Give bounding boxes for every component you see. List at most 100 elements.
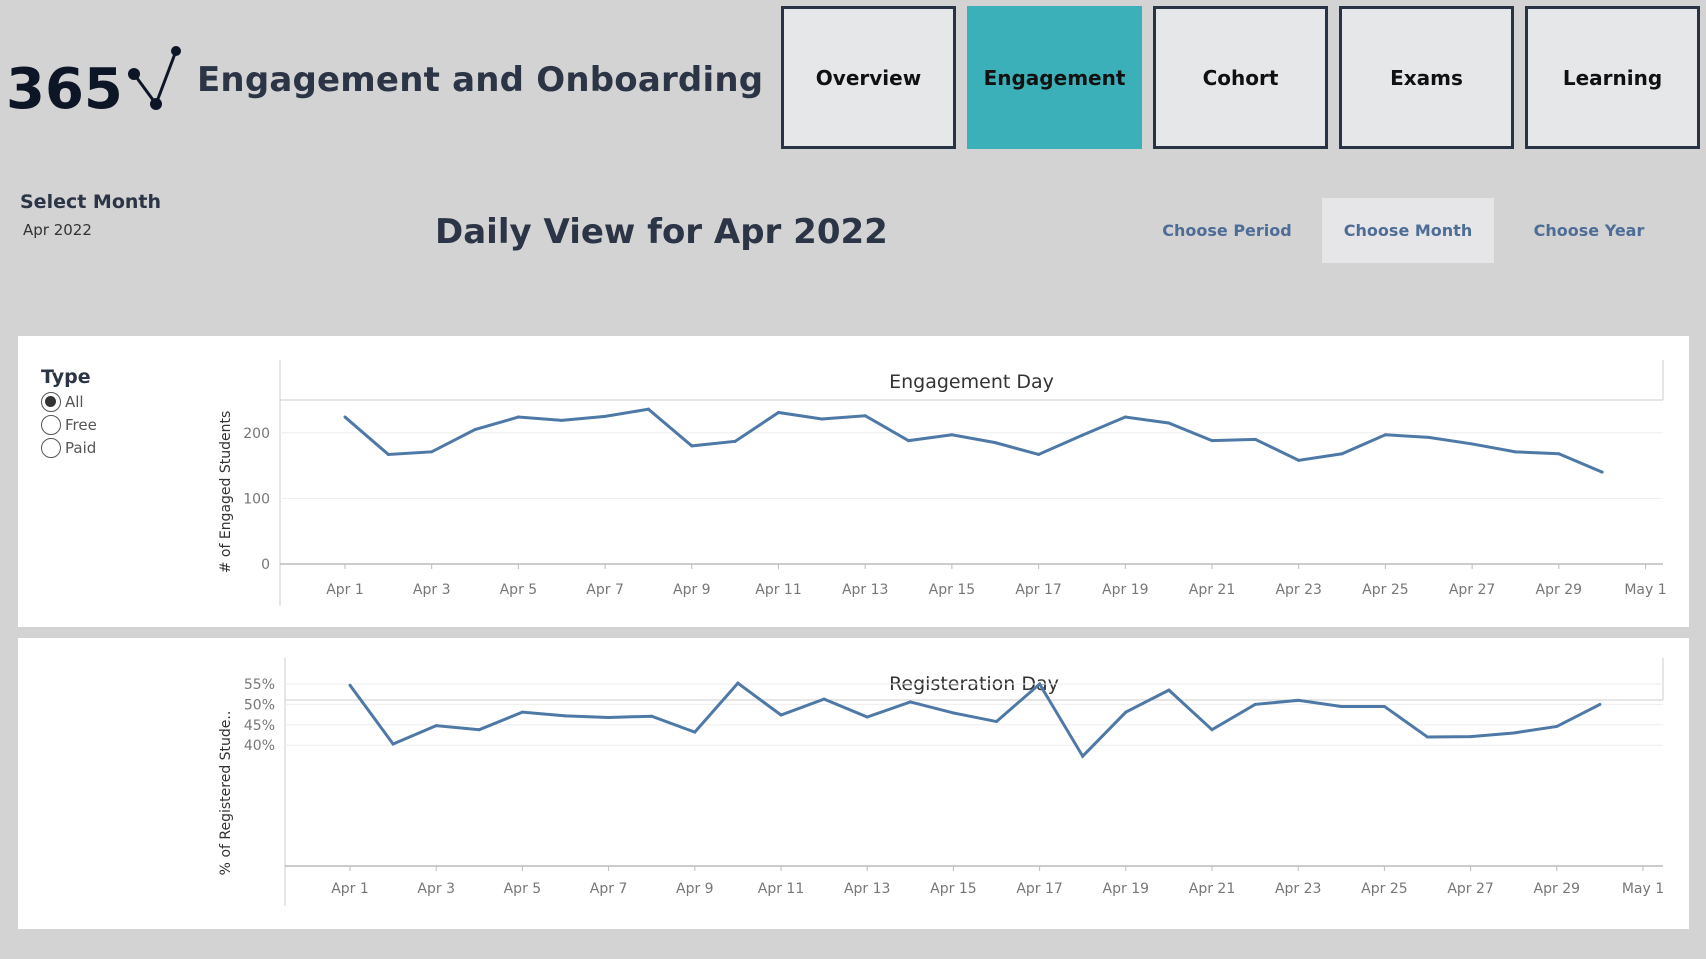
x-tick-label: Apr 21 xyxy=(1189,881,1235,897)
data-point xyxy=(690,444,694,448)
choose-month-button[interactable]: Choose Month xyxy=(1322,198,1494,263)
data-point xyxy=(1513,450,1517,454)
data-point xyxy=(951,711,955,715)
data-point xyxy=(907,439,911,443)
x-tick-label: May 1 xyxy=(1622,881,1664,897)
tab-overview[interactable]: Overview xyxy=(781,6,956,149)
x-tick-label: Apr 25 xyxy=(1361,881,1407,897)
data-point xyxy=(1470,442,1474,446)
x-tick-label: Apr 23 xyxy=(1275,582,1321,598)
x-tick-label: Apr 7 xyxy=(590,881,628,897)
data-point xyxy=(1167,421,1171,425)
x-tick-label: Apr 7 xyxy=(586,582,624,598)
data-point xyxy=(1038,682,1042,686)
data-point xyxy=(1297,458,1301,462)
data-point xyxy=(779,713,783,717)
x-tick-label: Apr 9 xyxy=(676,881,714,897)
data-point xyxy=(1210,439,1214,443)
data-point xyxy=(1210,728,1214,732)
choose-year-button[interactable]: Choose Year xyxy=(1503,198,1675,263)
data-point xyxy=(1469,735,1473,739)
x-tick-label: Apr 17 xyxy=(1015,582,1061,598)
data-point xyxy=(693,730,697,734)
data-point xyxy=(1339,704,1343,708)
registration-day-chart: Registeration Day40%45%50%55%% of Regist… xyxy=(218,658,1664,906)
data-point xyxy=(1080,433,1084,437)
data-point xyxy=(822,697,826,701)
select-month-dropdown[interactable]: Apr 2022 xyxy=(23,221,92,239)
data-point xyxy=(1124,710,1128,714)
data-point xyxy=(1382,704,1386,708)
x-tick-label: Apr 9 xyxy=(673,582,711,598)
data-point xyxy=(434,724,438,728)
app-title: Engagement and Onboarding xyxy=(197,60,764,100)
x-tick-label: Apr 15 xyxy=(930,881,976,897)
x-tick-label: Apr 23 xyxy=(1275,881,1321,897)
tab-learning[interactable]: Learning xyxy=(1525,6,1700,149)
data-point xyxy=(1598,702,1602,706)
y-tick-label: 100 xyxy=(243,491,270,507)
data-point xyxy=(1123,415,1127,419)
y-axis-label: # of Engaged Students xyxy=(218,411,234,574)
x-tick-label: Apr 1 xyxy=(331,881,369,897)
data-point xyxy=(646,407,650,411)
registration-panel: Registeration Day 40% 45% 50% 55%% of Regist… xyxy=(18,638,1689,929)
x-tick-label: Apr 21 xyxy=(1189,582,1235,598)
chart-title: Engagement Day xyxy=(889,371,1054,393)
x-tick-label: Apr 25 xyxy=(1362,582,1408,598)
engagement-panel: Type All Free Paid Engagement Day 0 100 200… xyxy=(18,336,1689,627)
data-point xyxy=(1037,452,1041,456)
select-month-label: Select Month xyxy=(20,191,162,213)
data-point xyxy=(650,714,654,718)
x-tick-label: Apr 17 xyxy=(1016,881,1062,897)
data-point xyxy=(1253,702,1257,706)
tab-cohort[interactable]: Cohort xyxy=(1153,6,1328,149)
data-point xyxy=(908,700,912,704)
data-point xyxy=(473,428,477,432)
logo-text: 365 xyxy=(6,57,123,118)
data-point xyxy=(865,715,869,719)
data-point xyxy=(863,414,867,418)
data-point xyxy=(560,418,564,422)
y-axis-label: % of Registered Stude.. xyxy=(218,711,234,876)
tab-engagement[interactable]: Engagement xyxy=(967,6,1142,149)
choose-period-button[interactable]: Choose Period xyxy=(1141,198,1313,263)
x-tick-label: Apr 15 xyxy=(929,582,975,598)
data-point xyxy=(820,417,824,421)
x-tick-label: Apr 3 xyxy=(417,881,455,897)
tab-exams[interactable]: Exams xyxy=(1339,6,1514,149)
data-point xyxy=(993,441,997,445)
data-point xyxy=(1426,735,1429,739)
data-point xyxy=(391,742,395,746)
x-tick-label: Apr 19 xyxy=(1102,582,1148,598)
x-tick-label: Apr 5 xyxy=(500,582,538,598)
data-point xyxy=(1383,433,1387,437)
data-point xyxy=(516,415,520,419)
data-point xyxy=(1296,698,1300,702)
y-tick-label: 0 xyxy=(261,557,270,573)
y-tick-label: 55% xyxy=(244,677,275,693)
y-tick-label: 45% xyxy=(244,718,275,734)
page-title: Daily View for Apr 2022 xyxy=(435,212,888,252)
data-point xyxy=(1253,437,1257,441)
data-point xyxy=(607,715,611,719)
brand-logo: 365 xyxy=(6,46,181,118)
data-point xyxy=(348,683,352,687)
data-point xyxy=(1427,435,1431,439)
series-line xyxy=(344,407,1603,474)
data-point xyxy=(1167,688,1171,692)
data-point xyxy=(386,452,390,456)
x-tick-label: Apr 27 xyxy=(1447,881,1493,897)
data-point xyxy=(343,415,347,419)
data-point xyxy=(777,410,780,414)
x-tick-label: Apr 13 xyxy=(844,881,890,897)
engagement-day-chart: Engagement Day 0 100 200 # of Engaged Studen… xyxy=(218,360,1667,606)
y-tick-label: 200 xyxy=(243,426,270,442)
y-tick-label: 40% xyxy=(244,738,275,754)
data-point xyxy=(477,728,481,732)
data-point xyxy=(1557,452,1561,456)
x-tick-label: Apr 19 xyxy=(1103,881,1149,897)
data-point xyxy=(564,714,567,718)
x-tick-label: Apr 1 xyxy=(326,582,364,598)
data-point xyxy=(1340,452,1344,456)
